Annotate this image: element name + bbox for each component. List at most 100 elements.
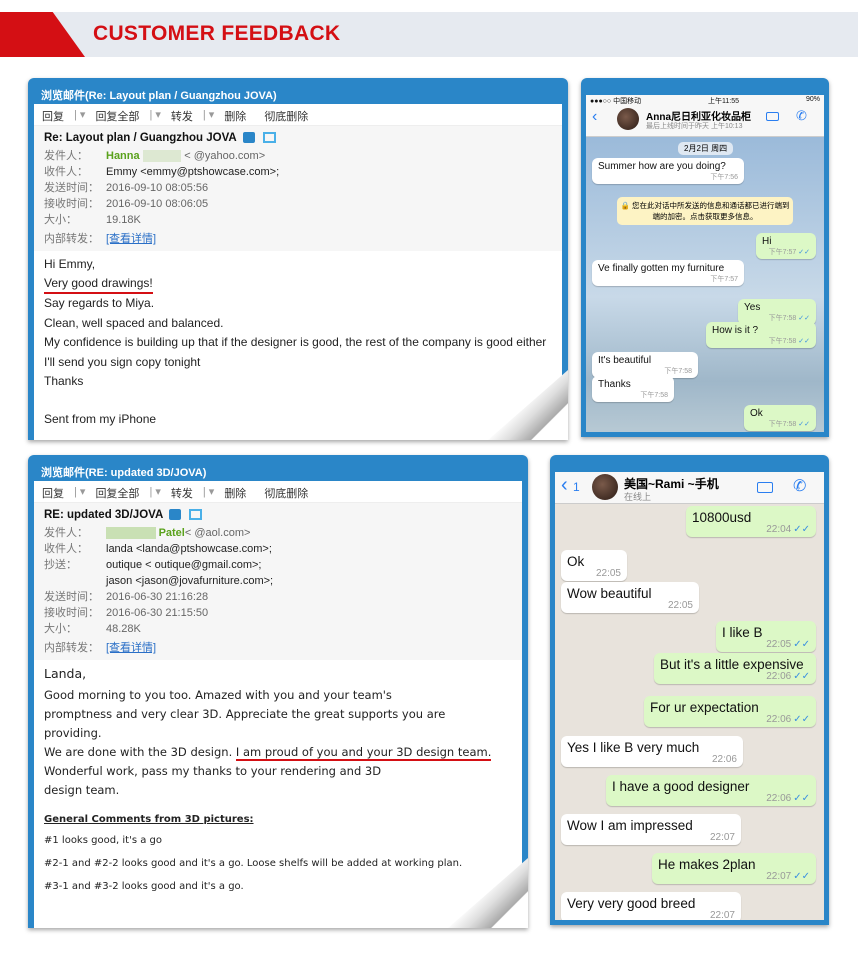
banner-red-shape [0,12,85,57]
forward-button[interactable]: 转发 [171,485,193,500]
chat-screenshot-1: ●●●○○ 中国移动 上午11:55 90% ‹ Anna尼日利亚化妆品柜 最后上线… [581,78,829,437]
body-line: Wonderful work, pass my thanks to your r… [44,764,382,778]
message-bubble: It's beautiful 下午7:58 [592,352,698,378]
message-bubble: Summer how are you doing? 下午7:56 [592,158,744,184]
to-label: 收件人： [44,166,88,178]
from-label: 发件人： [44,150,88,162]
carrier: ●●●○○ 中国移动 [590,98,642,105]
permanent-delete-button[interactable]: 彻底删除 [264,485,308,500]
email-header: Re: Layout plan / Guangzhou JOVA 发件人： Han… [34,126,562,251]
message-bubble: How is it ? 下午7:58 ✓✓ [706,322,816,348]
section-banner: CUSTOMER FEEDBACK [0,12,858,57]
message-bubble: Thanks 下午7:58 [592,376,674,402]
read-check-icon: ✓✓ [798,421,810,428]
battery: 90% [805,96,820,103]
online-status: 在线上 [624,492,652,502]
reply-button[interactable]: 回复 [42,108,64,123]
message-bubble: Ok 22:05 [561,550,627,581]
video-call-icon[interactable] [766,112,779,121]
body-line: providing. [44,726,102,740]
message-bubble: I like B 22:05 ✓✓ [716,621,816,652]
permanent-delete-button[interactable]: 彻底删除 [264,108,308,123]
sent-time: 2016-06-30 21:16:28 [106,591,209,603]
view-details-link[interactable]: [查看详情] [106,640,156,656]
dropdown-icon[interactable]: | ▾ [149,485,160,498]
email-subject: Re: Layout plan / Guangzhou JOVA [44,132,237,144]
body-line: Say regards to Miya. [44,296,155,311]
email-toolbar: 回复 | ▾ 回复全部 | ▾ 转发 | ▾ 删除 彻底删除 [34,481,522,503]
forward-label: 内部转发： [44,233,99,245]
read-check-icon: ✓✓ [793,714,810,725]
to-label: 收件人： [44,543,88,555]
comments-title: General Comments from 3D pictures: [44,814,254,825]
message-bubble: 10800usd 22:04 ✓✓ [686,506,816,537]
avatar [592,474,618,500]
read-check-icon: ✓✓ [793,639,810,650]
date-chip: 2月2日 周四 [678,142,734,155]
section-title: CUSTOMER FEEDBACK [93,22,341,45]
print-icon[interactable] [242,132,255,144]
size-label: 大小： [44,623,77,635]
size-label: 大小： [44,214,77,226]
body-line: design team. [44,783,120,797]
message-bubble: Hi 下午7:57 ✓✓ [756,233,816,259]
message-bubble: For ur expectation 22:06 ✓✓ [644,696,816,727]
window-title: 浏览邮件(RE: updated 3D/JOVA) [41,467,207,479]
comment-line: #2-1 and #2-2 looks good and it's a go. … [44,858,463,869]
phone-call-icon[interactable]: ✆ [793,476,806,496]
message-bubble: Very very good breed 22:07 [561,892,741,920]
back-icon[interactable]: ‹ [592,108,597,126]
back-icon[interactable]: ‹ [561,474,568,497]
received-label: 接收时间： [44,198,99,210]
dropdown-icon[interactable]: | ▾ [74,485,85,498]
video-call-icon[interactable] [757,482,773,493]
delete-button[interactable]: 删除 [224,108,246,123]
reply-all-button[interactable]: 回复全部 [95,108,139,123]
message-bubble: I have a good designer 22:06 ✓✓ [606,775,816,806]
view-details-link[interactable]: [查看详情] [106,231,156,247]
forward-button[interactable]: 转发 [171,108,193,123]
sent-time: 2016-09-10 08:05:56 [106,182,209,194]
phone-call-icon[interactable]: ✆ [796,108,807,124]
sent-label: 发送时间： [44,591,99,603]
delete-button[interactable]: 删除 [224,485,246,500]
dropdown-icon[interactable]: | ▾ [74,108,85,121]
message-bubble: Wow I am impressed 22:07 [561,814,741,845]
dropdown-icon[interactable]: | ▾ [203,108,214,121]
preview-icon[interactable] [262,132,276,144]
from-label: 发件人： [44,527,88,539]
email-header: RE: updated 3D/JOVA 发件人：xxxxxxxxx Patel<… [34,503,522,660]
email-subject: RE: updated 3D/JOVA [44,509,164,521]
body-line: Thanks [44,374,84,389]
cc-recipient: outique < outique@gmail.com>; [106,559,262,571]
print-icon[interactable] [169,509,182,521]
read-check-icon: ✓✓ [798,249,810,256]
email-size: 48.28K [106,623,141,635]
sender-name: Patel [158,527,185,539]
body-line: Sent from my iPhone [44,412,157,427]
read-check-icon: ✓✓ [793,871,810,882]
message-bubble: But it's a little expensive 22:06 ✓✓ [654,653,816,684]
message-bubble: Ve finally gotten my furniture 下午7:57 [592,260,744,286]
received-time: 2016-09-10 08:06:05 [106,198,209,210]
reply-all-button[interactable]: 回复全部 [95,485,139,500]
read-check-icon: ✓✓ [793,793,810,804]
dropdown-icon[interactable]: | ▾ [149,108,160,121]
reply-button[interactable]: 回复 [42,485,64,500]
preview-icon[interactable] [189,509,203,521]
sender-email: < @yahoo.com> [184,150,266,162]
email-window-2: 浏览邮件(RE: updated 3D/JOVA) 回复 | ▾ 回复全部 | ▾ … [28,455,528,928]
highlighted-line: I am proud of you and your 3D design tea… [235,745,492,761]
body-line: Clean, well spaced and balanced. [44,315,224,330]
dropdown-icon[interactable]: | ▾ [203,485,214,498]
sent-label: 发送时间： [44,182,99,194]
read-check-icon: ✓✓ [793,671,810,682]
body-line: We are done with the 3D design. [44,745,236,759]
encryption-notice[interactable]: 🔒 您在此对话中所发送的信息和通话都已进行端到端的加密。点击获取更多信息。 [617,197,793,225]
unread-count: 1 [573,480,580,494]
cc-recipient: jason <jason@jovafurniture.com>; [106,575,274,587]
sender-name: Hanna [106,150,140,162]
recipient: Emmy <emmy@ptshowcase.com>; [106,166,280,178]
last-seen: 最后上线时间于昨天 上午10:13 [646,123,743,130]
cc-label: 抄送： [44,559,77,571]
